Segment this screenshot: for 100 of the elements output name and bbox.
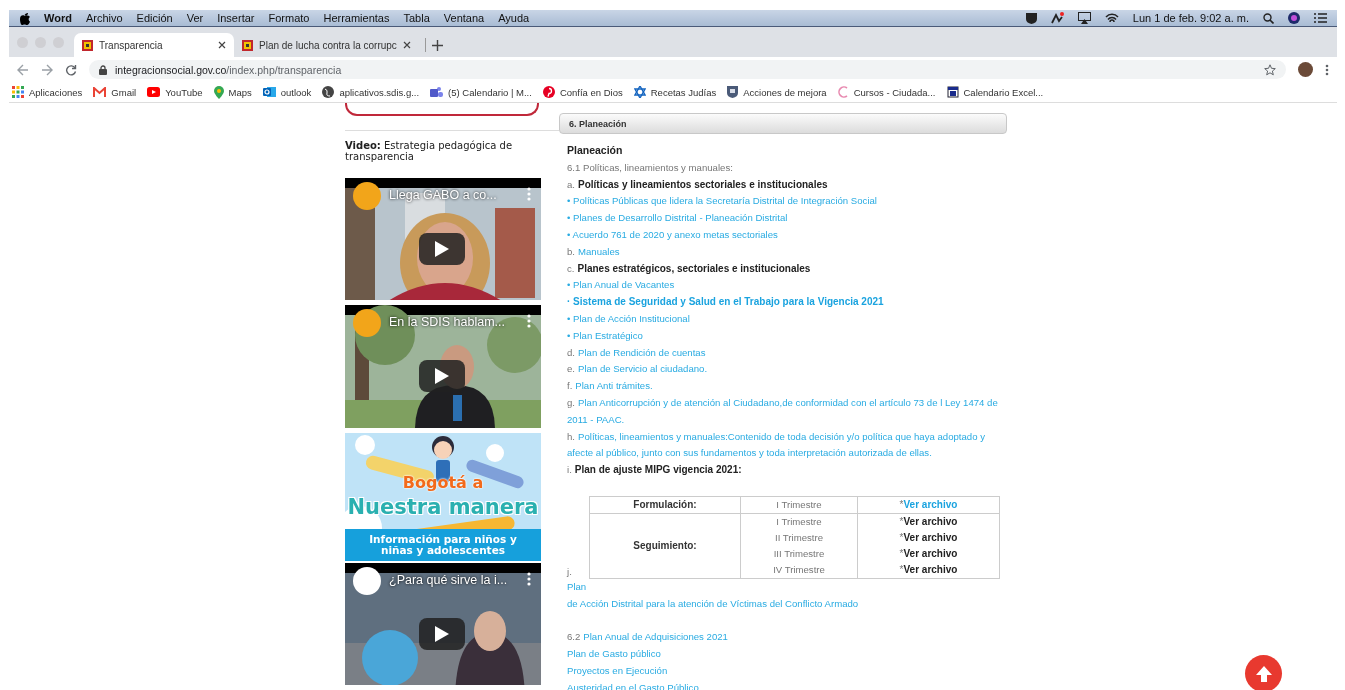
menu-item[interactable]: Herramientas xyxy=(323,12,390,24)
mail-square-icon xyxy=(262,86,276,98)
list-marker: j. xyxy=(567,564,573,579)
list-icon[interactable] xyxy=(1314,13,1327,23)
subheading: Plan de ajuste MIPG vigencia 2021: xyxy=(574,464,742,476)
forward-icon[interactable] xyxy=(41,63,53,76)
bookmark[interactable]: Cursos - Ciudada... xyxy=(853,86,936,98)
shield-icon[interactable] xyxy=(1025,12,1037,24)
menu-item[interactable]: Tabla xyxy=(403,12,430,24)
map-pin-icon xyxy=(213,85,224,99)
browser-tab[interactable]: Transparencia xyxy=(74,33,234,57)
document-link[interactable]: f. Plan Anti trámites. xyxy=(567,378,1007,395)
more-icon[interactable] xyxy=(1325,63,1329,76)
arc-icon xyxy=(837,86,849,98)
plus-icon[interactable] xyxy=(431,40,443,51)
back-icon[interactable] xyxy=(17,63,29,76)
section-heading: Planeación xyxy=(567,144,623,156)
play-icon xyxy=(435,368,449,385)
scroll-top-button[interactable] xyxy=(1245,655,1282,690)
search-icon[interactable] xyxy=(1263,12,1274,24)
list-marker: i. xyxy=(567,464,572,476)
star-icon[interactable] xyxy=(1264,63,1276,76)
play-button[interactable] xyxy=(419,232,465,265)
menu-item[interactable]: Ver xyxy=(186,12,204,24)
browser-tab[interactable]: Plan de lucha contra la corrupc xyxy=(234,33,419,57)
play-icon xyxy=(147,87,161,97)
crest-icon xyxy=(242,39,253,51)
subheading: Planes estratégicos, sectoriales e institucionales xyxy=(577,262,811,274)
orb-icon[interactable] xyxy=(1288,12,1300,24)
close-icon[interactable] xyxy=(218,41,226,49)
banner-title: Bogotá a xyxy=(401,472,485,492)
calendar-icon xyxy=(946,86,959,98)
menu-item[interactable]: Word xyxy=(44,12,72,24)
menu-item[interactable]: Edición xyxy=(136,12,173,24)
globe-icon xyxy=(322,86,335,98)
bookmark[interactable]: Maps xyxy=(228,86,252,98)
list-marker: a. xyxy=(567,178,575,190)
people-icon xyxy=(430,86,444,98)
menu-item[interactable]: Formato xyxy=(268,12,310,24)
bookmark[interactable]: Gmail xyxy=(111,86,137,98)
file-link[interactable]: *Ver archivo xyxy=(899,515,958,527)
accordion-header[interactable]: 6. Planeación xyxy=(559,113,1007,134)
period-label: I Trimestre xyxy=(776,498,822,510)
wifi-icon[interactable] xyxy=(1104,12,1119,24)
list-label: 6.1 Políticas, lineamientos y manuales: xyxy=(567,161,733,173)
pin-circle-icon xyxy=(542,86,555,98)
crest-icon xyxy=(727,86,739,98)
bookmark[interactable]: Aplicaciones xyxy=(29,86,83,98)
file-link[interactable]: *Ver archivo xyxy=(899,498,958,510)
screen-icon[interactable] xyxy=(1077,12,1091,24)
file-link[interactable]: *Ver archivo xyxy=(899,531,958,543)
bookmark[interactable]: YouTube xyxy=(165,86,203,98)
more-icon[interactable] xyxy=(527,314,531,329)
document-link[interactable]: d. Plan de Rendición de cuentas xyxy=(567,344,1007,362)
document-link[interactable]: h. Políticas, lineamientos y manuales:Contenido de toda decisión y/o política que haya adoptado y afecte al público, junto con sus fundamentos y toda interpretación autorizada de ellas. xyxy=(567,428,1007,463)
file-link[interactable]: *Ver archivo xyxy=(899,547,958,559)
clock[interactable]: Lun 1 de feb. 9:02 a. m. xyxy=(1132,12,1249,24)
bookmark[interactable]: (5) Calendario | M... xyxy=(448,86,532,98)
menu-item[interactable]: Insertar xyxy=(217,12,255,24)
close-icon[interactable] xyxy=(402,41,411,49)
bookmark[interactable]: Confía en Dios xyxy=(559,86,623,98)
bookmark[interactable]: outlook xyxy=(280,86,312,98)
subheading: Políticas y lineamientos sectoriales e institucionales xyxy=(578,178,828,190)
more-icon[interactable] xyxy=(527,571,531,586)
list-marker: c. xyxy=(567,262,575,274)
banner-title: Nuestra manera xyxy=(346,494,540,519)
reload-icon[interactable] xyxy=(65,63,77,76)
document-link[interactable]: e. Plan de Servicio al ciudadano. xyxy=(567,361,1007,379)
mail-icon xyxy=(93,87,107,97)
period-label: IV Trimestre xyxy=(773,563,825,575)
activity-icon[interactable] xyxy=(1050,12,1064,24)
menu-item[interactable]: Ayuda xyxy=(498,12,530,24)
play-button[interactable] xyxy=(419,617,465,650)
play-button[interactable] xyxy=(419,360,465,393)
menu-item[interactable]: Archivo xyxy=(85,12,123,24)
period-label: II Trimestre xyxy=(775,531,823,543)
bookmark[interactable]: aplicativos.sdis.g... xyxy=(339,86,420,98)
phase-label: Formulación: xyxy=(633,498,697,510)
lock-icon xyxy=(99,64,107,75)
video-heading: Video: Estrategia pedagógica de transparencia xyxy=(345,139,514,162)
profile-avatar[interactable] xyxy=(1298,62,1313,77)
file-link[interactable]: *Ver archivo xyxy=(899,563,958,575)
grid-icon xyxy=(12,86,24,98)
document-link[interactable]: g. Plan Anticorrupción y de atención al Ciudadano,de conformidad con el artículo 73 de l Ley 1474 de 2011 - PAAC. xyxy=(567,394,1007,429)
phase-label: Seguimiento: xyxy=(633,539,697,551)
more-icon[interactable] xyxy=(527,186,531,201)
url-text: integracionsocial.gov.co/index.php/transparencia xyxy=(115,63,342,76)
bookmark[interactable]: Recetas Judías xyxy=(650,86,717,98)
crest-icon xyxy=(82,39,93,51)
document-link[interactable]: b. Manuales xyxy=(567,243,1007,261)
period-label: III Trimestre xyxy=(773,547,825,559)
star-icon xyxy=(633,86,646,98)
bookmark[interactable]: Calendario Excel... xyxy=(963,86,1044,98)
video-title[interactable]: ¿Para qué sirve la i... xyxy=(389,572,508,587)
document-link[interactable]: 6.2 Plan Anual de Adquisiciones 2021 xyxy=(567,629,1007,646)
menu-item[interactable]: Ventana xyxy=(443,12,485,24)
bookmark[interactable]: Acciones de mejora xyxy=(743,86,827,98)
period-label: I Trimestre xyxy=(776,515,822,527)
address-bar[interactable]: integracionsocial.gov.co/index.php/transparencia xyxy=(89,60,1286,79)
apple-icon[interactable] xyxy=(19,11,30,25)
